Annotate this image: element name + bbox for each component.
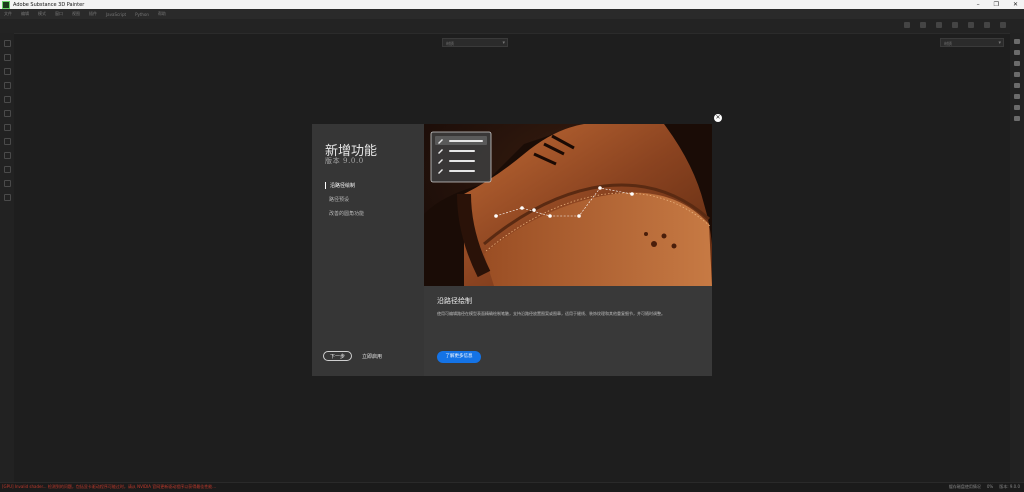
top-toolbar (0, 19, 1024, 34)
app-logo-icon (2, 0, 10, 9)
status-bar: [GPU] Invalid shader... 检测到的问题，包括显卡驱动程序可… (0, 482, 1024, 492)
menu-file[interactable]: 文件 (4, 11, 12, 17)
start-now-button[interactable]: 立即启用 (362, 353, 382, 360)
path-tool-icon[interactable] (3, 138, 11, 145)
dialog-close-icon[interactable]: ✕ (714, 114, 722, 122)
shelf-icon[interactable] (3, 194, 11, 201)
learn-more-button[interactable]: 了解更多信息 (437, 351, 481, 363)
feature-preview-image (424, 124, 712, 286)
window-controls: – ❐ ✕ (977, 0, 1018, 9)
menu-plugins[interactable]: 插件 (89, 11, 97, 17)
dialog-sidebar: 新增功能 版本 9.0.0 沿路径绘制 路径预设 改善的圆角功能 下一步 立即启… (312, 124, 424, 376)
right-toolbar (1010, 33, 1024, 483)
brush-settings-icon[interactable] (984, 22, 990, 28)
dialog-content: 沿路径绘制 使用可编辑路径在模型表面精确绘制笔触，支持沿路径放置图案或图章，适用… (424, 286, 712, 376)
shoe-illustration (424, 124, 712, 286)
cache-usage-value: 0% (986, 484, 994, 489)
nav-item-rounded-corners[interactable]: 改善的圆角功能 (325, 210, 364, 217)
menu-bar: 文件 编辑 模式 窗口 视图 插件 JavaScript Python 帮助 (0, 9, 1024, 19)
record-icon[interactable] (952, 22, 958, 28)
app-version: 版本: 9.0.0 (999, 484, 1020, 489)
status-error-message[interactable]: [GPU] Invalid shader... 检测到的问题，包括显卡驱动程序可… (2, 484, 216, 490)
history-icon[interactable] (1014, 105, 1020, 110)
layer-stack-icon[interactable] (1014, 50, 1020, 55)
left-toolbar (0, 33, 14, 483)
menu-edit[interactable]: 编辑 (21, 11, 29, 17)
eraser-tool-icon[interactable] (3, 54, 11, 61)
menu-help[interactable]: 帮助 (158, 11, 166, 17)
feature-title: 沿路径绘制 (437, 297, 472, 305)
menu-window[interactable]: 窗口 (55, 11, 63, 17)
close-window-icon[interactable]: ✕ (1013, 1, 1018, 8)
picker-tool-icon[interactable] (3, 124, 11, 131)
title-bar: Adobe Substance 3D Painter – ❐ ✕ (0, 0, 1024, 9)
projection-tool-icon[interactable] (3, 68, 11, 75)
window-title: Adobe Substance 3D Painter (13, 1, 85, 8)
minimize-icon[interactable]: – (977, 1, 980, 8)
menu-mode[interactable]: 模式 (38, 11, 46, 17)
restore-icon[interactable]: ❐ (994, 1, 999, 8)
feature-description: 使用可编辑路径在模型表面精确绘制笔触，支持沿路径放置图案或图章，适用于缝线、装饰… (437, 311, 665, 316)
viewport-channel-select-right[interactable]: 材质 (940, 38, 1004, 48)
smudge-tool-icon[interactable] (3, 96, 11, 103)
layers-icon[interactable] (3, 180, 11, 187)
viewport-channel-select-left[interactable]: 材质 (442, 38, 508, 48)
display-settings-icon[interactable] (1014, 72, 1020, 77)
view-mode-icon[interactable] (936, 22, 942, 28)
nav-item-path-painting[interactable]: 沿路径绘制 (325, 182, 355, 189)
export-icon[interactable] (3, 166, 11, 173)
geometry-fill-icon[interactable] (3, 82, 11, 89)
nav-item-path-presets[interactable]: 路径预设 (325, 196, 349, 203)
menu-javascript[interactable]: JavaScript (106, 12, 126, 17)
fill-icon[interactable] (1000, 22, 1006, 28)
menu-python[interactable]: Python (135, 12, 149, 17)
next-button[interactable]: 下一步 (323, 351, 352, 361)
whats-new-dialog: 新增功能 版本 9.0.0 沿路径绘制 路径预设 改善的圆角功能 下一步 立即启… (312, 124, 712, 376)
symmetry-icon[interactable] (968, 22, 974, 28)
camera-icon[interactable] (920, 22, 926, 28)
environment-icon[interactable] (1014, 83, 1020, 88)
menu-view[interactable]: 视图 (72, 11, 80, 17)
pause-icon[interactable] (904, 22, 910, 28)
properties-icon[interactable] (1014, 61, 1020, 66)
log-icon[interactable] (1014, 116, 1020, 121)
paint-tool-icon[interactable] (3, 40, 11, 47)
dialog-version: 版本 9.0.0 (325, 157, 364, 165)
texture-set-icon[interactable] (1014, 39, 1020, 44)
bake-icon[interactable] (3, 152, 11, 159)
cache-usage-label: 缓存磁盘使用情况 (948, 484, 981, 489)
shader-settings-icon[interactable] (1014, 94, 1020, 99)
clone-tool-icon[interactable] (3, 110, 11, 117)
